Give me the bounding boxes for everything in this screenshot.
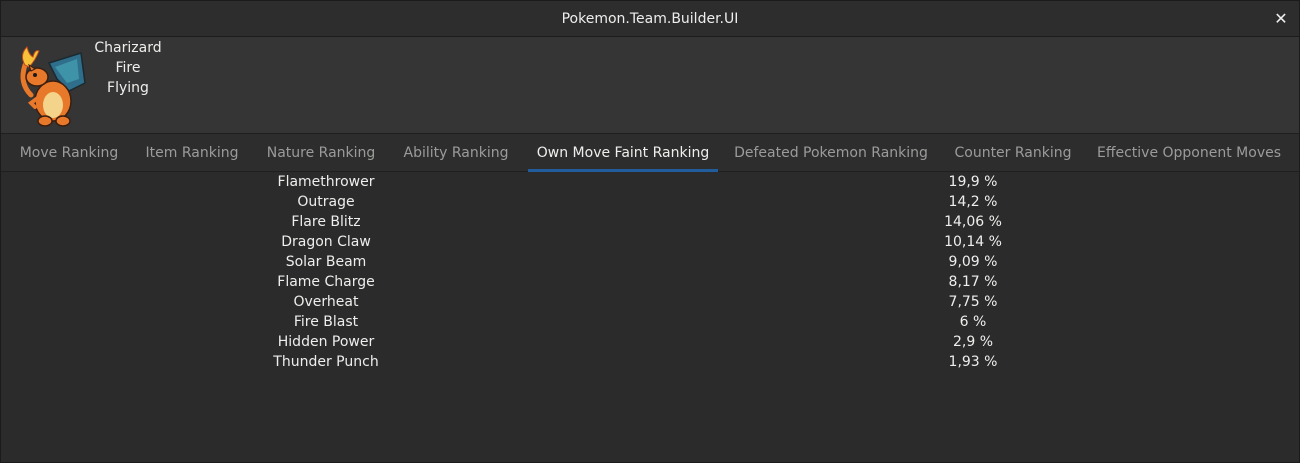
ranking-tabs: Move Ranking Item Ranking Nature Ranking… [1,134,1299,172]
tab-own-move-faint-ranking[interactable]: Own Move Faint Ranking [528,134,718,172]
tab-effective-opponent-moves[interactable]: Effective Opponent Moves [1090,134,1288,172]
move-name: Flamethrower [277,174,375,190]
window-title: Pokemon.Team.Builder.UI [561,11,739,27]
table-row[interactable]: Outrage 14,2 % [1,192,1299,212]
faint-percent: 8,17 % [948,274,998,290]
move-name: Thunder Punch [273,354,379,370]
pokemon-details: Charizard Fire Flying [89,38,167,98]
table-row[interactable]: Hidden Power 2,9 % [1,332,1299,352]
faint-percent: 14,06 % [944,214,1002,230]
tab-move-ranking[interactable]: Move Ranking [12,134,126,172]
faint-percent: 2,9 % [952,334,994,350]
pokemon-type-2: Flying [107,80,149,96]
pokemon-name: Charizard [94,40,162,56]
move-name: Overheat [293,294,359,310]
move-name: Fire Blast [293,314,359,330]
tab-ability-ranking[interactable]: Ability Ranking [395,134,517,172]
faint-percent: 6 % [959,314,987,330]
header-bar: Pokemon.Team.Builder.UI ✕ [1,1,1299,37]
app-window: Pokemon.Team.Builder.UI ✕ Charizard Fire… [0,0,1300,463]
faint-percent: 1,93 % [948,354,998,370]
move-name: Flame Charge [277,274,375,290]
table-row[interactable]: Flame Charge 8,17 % [1,272,1299,292]
move-name: Outrage [297,194,355,210]
tab-nature-ranking[interactable]: Nature Ranking [258,134,384,172]
tab-counter-ranking[interactable]: Counter Ranking [947,134,1079,172]
close-icon[interactable]: ✕ [1269,7,1293,31]
table-row[interactable]: Fire Blast 6 % [1,312,1299,332]
move-name: Solar Beam [285,254,367,270]
table-row[interactable]: Overheat 7,75 % [1,292,1299,312]
table-row[interactable]: Thunder Punch 1,93 % [1,352,1299,372]
pokemon-info-panel: Charizard Fire Flying [1,37,1299,134]
tab-item-ranking[interactable]: Item Ranking [137,134,247,172]
table-row[interactable]: Flamethrower 19,9 % [1,172,1299,192]
table-row[interactable]: Dragon Claw 10,14 % [1,232,1299,252]
faint-percent: 19,9 % [948,174,998,190]
move-name: Flare Blitz [291,214,361,230]
pokemon-type-1: Fire [115,60,141,76]
faint-percent: 9,09 % [948,254,998,270]
faint-percent: 7,75 % [948,294,998,310]
tab-defeated-pokemon-ranking[interactable]: Defeated Pokemon Ranking [727,134,935,172]
move-name: Hidden Power [277,334,375,350]
move-name: Dragon Claw [281,234,371,250]
table-row[interactable]: Solar Beam 9,09 % [1,252,1299,272]
faint-percent: 14,2 % [948,194,998,210]
charizard-sprite-icon [20,46,86,127]
faint-percent: 10,14 % [944,234,1002,250]
table-row[interactable]: Flare Blitz 14,06 % [1,212,1299,232]
ranking-table: Flamethrower 19,9 % Outrage 14,2 % Flare… [1,172,1299,462]
